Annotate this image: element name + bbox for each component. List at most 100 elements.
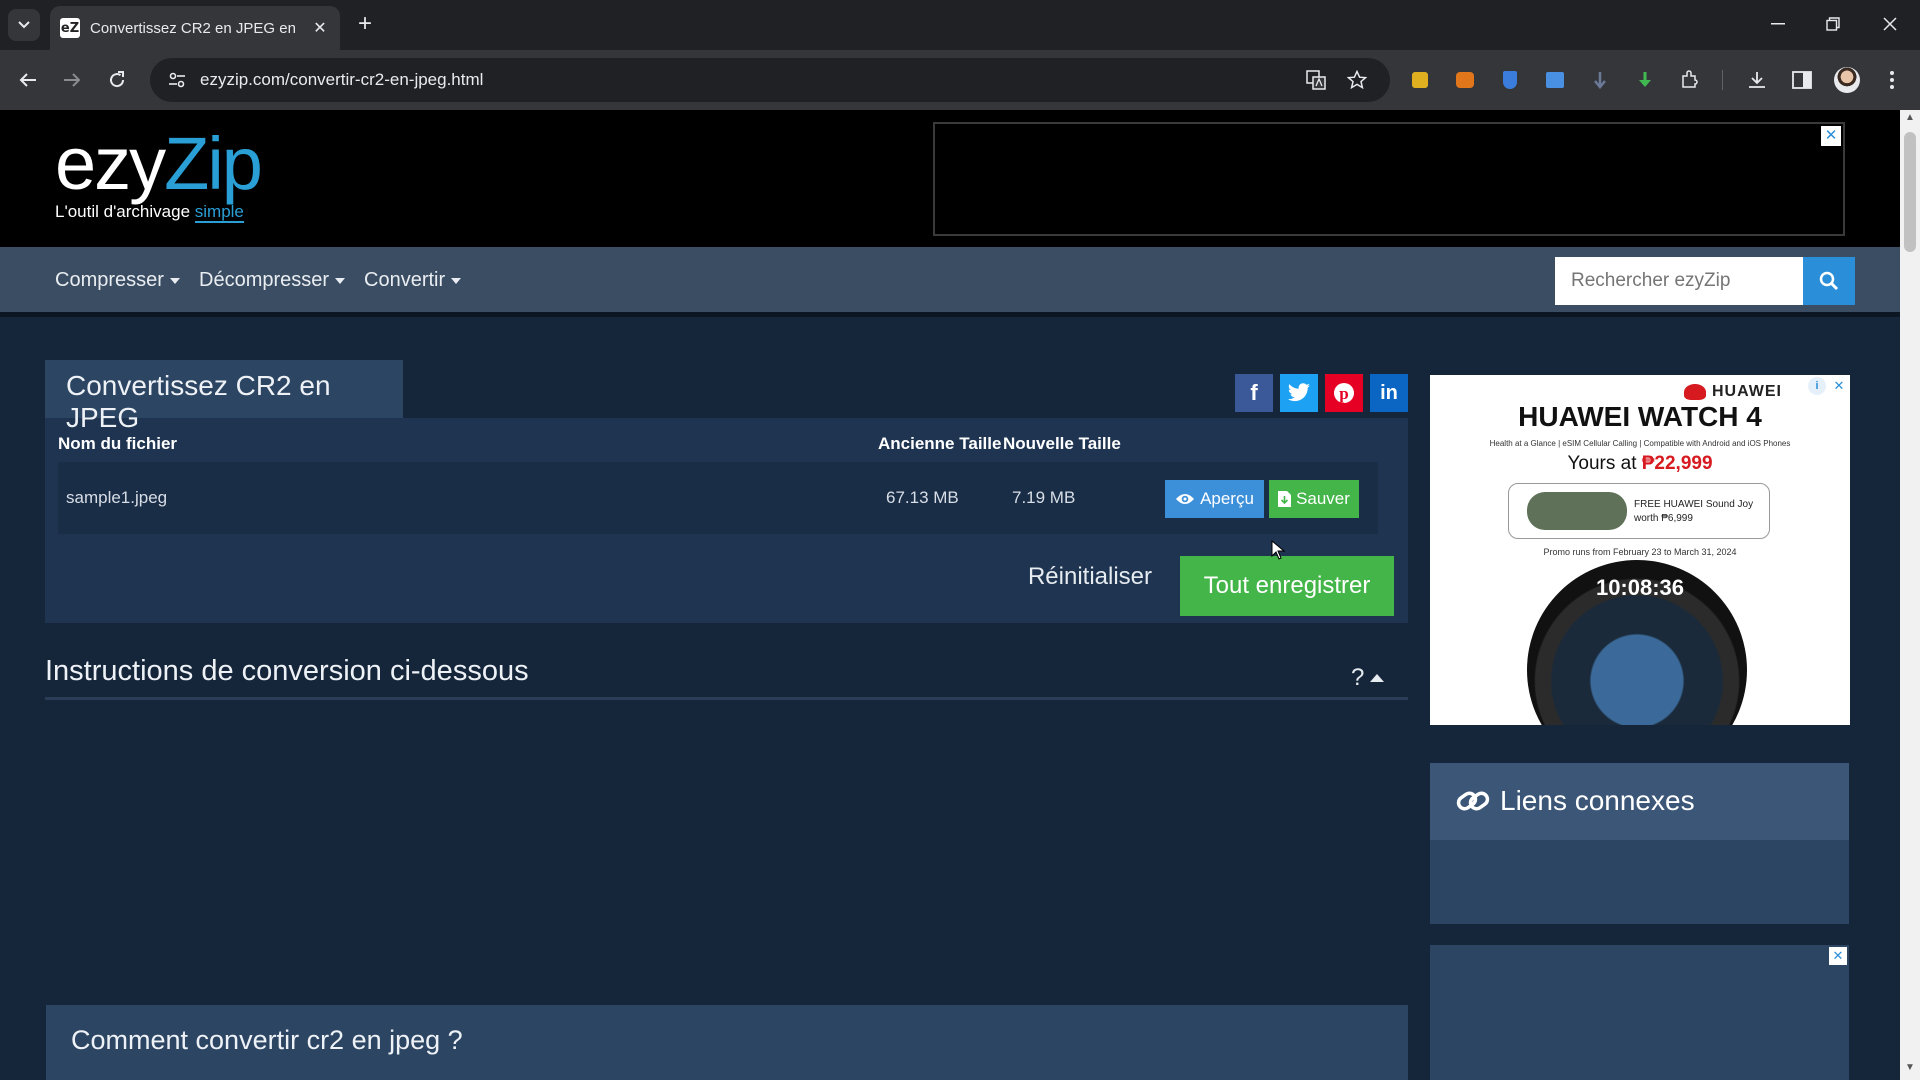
watch-time: 10:08:36 bbox=[1595, 575, 1685, 600]
toolbar-divider bbox=[1722, 70, 1723, 90]
column-header-old-size: Ancienne Taille bbox=[878, 434, 1002, 453]
howto-section: Comment convertir cr2 en jpeg ? bbox=[46, 1005, 1408, 1080]
ad-close-icon[interactable]: ✕ bbox=[1830, 377, 1848, 395]
ad-subline: Health at a Glance | eSIM Cellular Calli… bbox=[1489, 439, 1791, 448]
ad-info-icon[interactable]: i bbox=[1808, 377, 1826, 395]
ad-brand: HUAWEI bbox=[1684, 383, 1782, 401]
howto-title: Comment convertir cr2 en jpeg ? bbox=[71, 1025, 463, 1055]
related-links-title: Liens connexes bbox=[1456, 785, 1695, 817]
instructions-title: Instructions de conversion ci-dessous bbox=[45, 655, 529, 687]
search-button[interactable] bbox=[1803, 257, 1855, 305]
linkedin-share-button[interactable]: in bbox=[1370, 374, 1408, 412]
file-new-size: 7.19 MB bbox=[1012, 488, 1076, 507]
huawei-logo-icon bbox=[1684, 384, 1706, 400]
facebook-share-button[interactable]: f bbox=[1235, 374, 1273, 412]
minimize-button[interactable] bbox=[1758, 8, 1798, 40]
sidebar-ad-2: ✕ bbox=[1430, 945, 1849, 1080]
caret-down-icon bbox=[451, 277, 462, 284]
related-links-panel: Liens connexes bbox=[1430, 763, 1849, 924]
side-panel-icon[interactable] bbox=[1788, 66, 1816, 94]
search-icon bbox=[1819, 271, 1839, 291]
extension-shield-icon[interactable] bbox=[1496, 66, 1524, 94]
back-icon bbox=[19, 73, 36, 87]
tab-close-icon[interactable]: ✕ bbox=[310, 18, 330, 38]
file-download-icon bbox=[1278, 491, 1292, 507]
ad-price: Yours at ₱22,999 bbox=[1567, 453, 1713, 474]
back-button[interactable] bbox=[12, 64, 44, 96]
close-window-button[interactable] bbox=[1870, 8, 1910, 40]
logo-zip: Zip bbox=[164, 122, 263, 205]
search-input[interactable] bbox=[1555, 257, 1803, 305]
mouse-cursor-icon bbox=[1271, 540, 1285, 560]
nav-compresser[interactable]: Compresser bbox=[55, 269, 180, 292]
save-button[interactable]: Sauver bbox=[1269, 480, 1359, 518]
extension-arrow-icon[interactable] bbox=[1586, 66, 1614, 94]
twitter-icon bbox=[1288, 383, 1310, 402]
url-text[interactable]: ezyzip.com/convertir-cr2-en-jpeg.html bbox=[200, 70, 483, 90]
extension-fox-icon[interactable] bbox=[1451, 66, 1479, 94]
browser-tab-bar: eZ Convertissez CR2 en JPEG en ligne ✕ + bbox=[0, 0, 1920, 50]
save-label: Sauver bbox=[1296, 489, 1350, 508]
forward-icon bbox=[64, 73, 81, 87]
nav-convertir[interactable]: Convertir bbox=[364, 269, 462, 292]
tab-title: Convertissez CR2 en JPEG en ligne bbox=[90, 19, 300, 37]
site-logo[interactable]: ezyZip L'outil d'archivage simple bbox=[55, 122, 263, 223]
twitter-share-button[interactable] bbox=[1280, 374, 1318, 412]
extension-translate-icon[interactable] bbox=[1541, 66, 1569, 94]
tab-search-button[interactable] bbox=[8, 9, 40, 41]
restore-icon bbox=[1826, 17, 1840, 31]
menu-icon[interactable] bbox=[1878, 66, 1906, 94]
preview-button[interactable]: Aperçu bbox=[1165, 480, 1264, 518]
pinterest-share-button[interactable]: p bbox=[1325, 374, 1363, 412]
converter-tab: Convertissez CR2 en JPEG bbox=[45, 360, 403, 433]
favicon-icon: eZ bbox=[60, 18, 80, 38]
linkedin-icon: in bbox=[1380, 381, 1398, 404]
extension-download-icon[interactable] bbox=[1631, 66, 1659, 94]
restore-button[interactable] bbox=[1813, 8, 1853, 40]
eye-icon bbox=[1176, 494, 1195, 504]
extensions-puzzle-icon[interactable] bbox=[1676, 66, 1704, 94]
nav-decompresser[interactable]: Décompresser bbox=[199, 269, 346, 292]
minimize-icon bbox=[1771, 23, 1785, 25]
site-header: ezyZip L'outil d'archivage simple ✕ bbox=[0, 110, 1900, 247]
download-icon[interactable] bbox=[1743, 66, 1771, 94]
extension-cube-icon[interactable] bbox=[1406, 66, 1434, 94]
page-scrollbar[interactable]: ▲ ▼ bbox=[1900, 110, 1920, 1080]
forward-button[interactable] bbox=[56, 64, 88, 96]
svg-text:p: p bbox=[1339, 384, 1348, 403]
preview-label: Aperçu bbox=[1200, 489, 1254, 508]
close-icon bbox=[1883, 17, 1897, 31]
scroll-down-icon[interactable]: ▼ bbox=[1900, 1062, 1920, 1078]
reset-button[interactable]: Réinitialiser bbox=[1020, 555, 1160, 599]
reload-button[interactable] bbox=[101, 64, 133, 96]
file-old-size: 67.13 MB bbox=[886, 488, 959, 507]
ad-promo-text: Promo runs from February 23 to March 31,… bbox=[1543, 547, 1737, 557]
divider bbox=[45, 697, 1408, 700]
scroll-up-icon[interactable]: ▲ bbox=[1900, 112, 1920, 128]
caret-down-icon bbox=[335, 277, 346, 284]
file-name: sample1.jpeg bbox=[66, 488, 168, 507]
column-header-new-size: Nouvelle Taille bbox=[1003, 434, 1121, 453]
logo-ezy: ezy bbox=[55, 122, 166, 205]
profile-avatar[interactable] bbox=[1833, 66, 1861, 94]
converter-title: Convertissez CR2 en JPEG bbox=[66, 370, 331, 433]
ad-close-icon[interactable]: ✕ bbox=[1829, 947, 1847, 965]
reload-icon bbox=[110, 71, 125, 88]
new-tab-button[interactable]: + bbox=[352, 12, 378, 38]
instructions-toggle[interactable]: ? bbox=[1351, 664, 1385, 692]
translate-icon[interactable] bbox=[1302, 66, 1330, 94]
speaker-image bbox=[1527, 492, 1627, 530]
sidebar-ad[interactable]: HUAWEI i ✕ HUAWEI WATCH 4 Health at a Gl… bbox=[1430, 375, 1850, 725]
ad-close-icon[interactable]: ✕ bbox=[1821, 126, 1841, 146]
address-bar[interactable]: ezyzip.com/convertir-cr2-en-jpeg.html bbox=[150, 58, 1390, 102]
link-icon bbox=[1456, 791, 1490, 811]
save-all-button[interactable]: Tout enregistrer bbox=[1180, 556, 1394, 616]
site-info-icon[interactable] bbox=[162, 72, 192, 88]
browser-tab[interactable]: eZ Convertissez CR2 en JPEG en ligne ✕ bbox=[50, 6, 340, 50]
ad-gift-box: FREE HUAWEI Sound Joy worth ₱6,999 bbox=[1508, 483, 1770, 539]
scroll-thumb[interactable] bbox=[1904, 132, 1916, 252]
ad-headline: HUAWEI WATCH 4 bbox=[1518, 401, 1762, 432]
browser-toolbar: ezyzip.com/convertir-cr2-en-jpeg.html bbox=[0, 50, 1920, 110]
caret-down-icon bbox=[169, 277, 180, 284]
star-icon[interactable] bbox=[1343, 66, 1371, 94]
